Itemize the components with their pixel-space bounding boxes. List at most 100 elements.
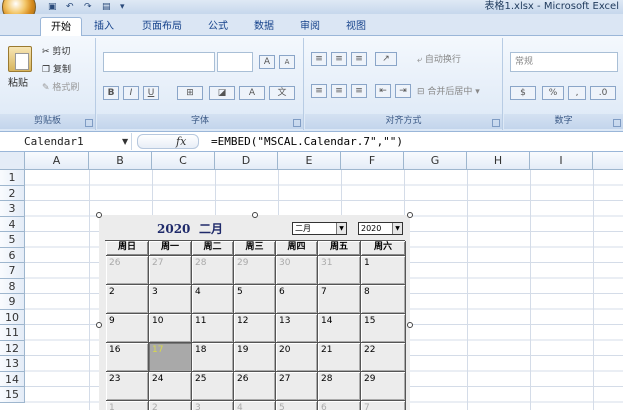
calendar-day-cell[interactable]: 26	[234, 372, 276, 401]
align-middle-icon[interactable]: ≡	[331, 52, 347, 66]
calendar-day-cell[interactable]: 31	[318, 256, 361, 285]
row-header[interactable]: 1	[0, 170, 25, 186]
increase-indent-icon[interactable]: ⇥	[395, 84, 411, 98]
customize-toolbar-icon[interactable]: ▾	[120, 2, 132, 12]
row-header[interactable]: 5	[0, 232, 25, 248]
tab-home[interactable]: 开始	[40, 17, 82, 36]
font-size-box[interactable]	[217, 52, 253, 72]
formula-input[interactable]: =EMBED("MSCAL.Calendar.7","")	[211, 133, 403, 150]
calendar-control[interactable]: 2020 二月 二月 ▼ 2020 ▼ 周日 周一 周二 周三 周四 周五 周六 26 27 28…	[99, 215, 410, 410]
font-launcher-icon[interactable]	[293, 119, 301, 127]
calendar-day-cell[interactable]: 25	[192, 372, 234, 401]
calendar-day-cell[interactable]: 27	[149, 256, 192, 285]
calendar-day-cell[interactable]: 27	[276, 372, 318, 401]
number-format-box[interactable]: 常规	[510, 52, 618, 72]
calendar-day-cell[interactable]: 3	[149, 285, 192, 314]
calendar-day-cell[interactable]: 15	[361, 314, 406, 343]
chevron-down-icon[interactable]: ▼	[336, 223, 346, 234]
calendar-day-cell[interactable]: 30	[276, 256, 318, 285]
row-header[interactable]: 8	[0, 278, 25, 294]
merge-center-button[interactable]: ⊟ 合并后居中 ▾	[417, 86, 480, 98]
column-header-i[interactable]: I	[530, 152, 593, 170]
calendar-day-cell[interactable]: 28	[318, 372, 361, 401]
calendar-day-cell[interactable]: 17	[149, 343, 192, 372]
tab-view[interactable]: 视图	[338, 17, 374, 36]
calendar-day-cell[interactable]: 21	[318, 343, 361, 372]
column-header-e[interactable]: E	[278, 152, 341, 170]
calendar-day-cell[interactable]: 13	[276, 314, 318, 343]
row-header[interactable]: 12	[0, 340, 25, 356]
calendar-day-cell[interactable]: 22	[361, 343, 406, 372]
comma-icon[interactable]: ,	[568, 86, 586, 100]
grow-font-button[interactable]: A	[259, 55, 275, 69]
calendar-day-cell[interactable]: 16	[106, 343, 149, 372]
column-header-d[interactable]: D	[215, 152, 278, 170]
calendar-day-cell[interactable]: 9	[106, 314, 149, 343]
row-header[interactable]: 14	[0, 371, 25, 387]
name-box-dropdown-icon[interactable]: ▼	[122, 133, 128, 150]
column-header-g[interactable]: G	[404, 152, 467, 170]
calendar-day-cell[interactable]: 4	[234, 401, 276, 410]
orientation-icon[interactable]: ↗	[375, 52, 397, 66]
calendar-day-cell[interactable]: 29	[361, 372, 406, 401]
cut-button[interactable]: ✂ 剪切	[42, 46, 70, 58]
calendar-day-cell[interactable]: 1	[361, 256, 406, 285]
align-center-icon[interactable]: ≡	[331, 84, 347, 98]
tab-data[interactable]: 数据	[246, 17, 282, 36]
calendar-day-cell[interactable]: 28	[192, 256, 234, 285]
font-color-icon[interactable]: A	[239, 86, 265, 100]
resize-handle[interactable]	[407, 212, 413, 218]
calendar-day-cell[interactable]: 29	[234, 256, 276, 285]
column-header-c[interactable]: C	[152, 152, 215, 170]
column-header-h[interactable]: H	[467, 152, 530, 170]
calendar-day-cell[interactable]: 5	[276, 401, 318, 410]
row-header[interactable]: 13	[0, 356, 25, 372]
undo-icon[interactable]: ↶	[66, 2, 78, 12]
tab-page-layout[interactable]: 页面布局	[134, 17, 190, 36]
fill-color-icon[interactable]: ◪	[209, 86, 235, 100]
row-header[interactable]: 7	[0, 263, 25, 279]
calendar-day-cell[interactable]: 5	[234, 285, 276, 314]
column-header-f[interactable]: F	[341, 152, 404, 170]
wrap-text-button[interactable]: ⤶ 自动换行	[417, 54, 461, 66]
tab-formulas[interactable]: 公式	[200, 17, 236, 36]
year-select[interactable]: 2020 ▼	[358, 222, 403, 235]
calendar-day-cell[interactable]: 10	[149, 314, 192, 343]
row-header[interactable]: 11	[0, 325, 25, 341]
calendar-day-cell[interactable]: 2	[149, 401, 192, 410]
italic-button[interactable]: I	[123, 86, 139, 100]
column-header-partial[interactable]	[593, 152, 623, 170]
currency-icon[interactable]: $	[510, 86, 536, 100]
calendar-day-cell[interactable]: 8	[361, 285, 406, 314]
underline-button[interactable]: U	[143, 86, 159, 100]
calendar-day-cell[interactable]: 1	[106, 401, 149, 410]
calendar-day-cell[interactable]: 7	[318, 285, 361, 314]
clipboard-launcher-icon[interactable]	[85, 119, 93, 127]
calendar-day-cell[interactable]: 11	[192, 314, 234, 343]
paste-icon[interactable]	[8, 46, 32, 72]
calendar-day-cell[interactable]: 14	[318, 314, 361, 343]
row-header[interactable]: 2	[0, 185, 25, 201]
decrease-indent-icon[interactable]: ⇤	[375, 84, 391, 98]
calendar-day-cell[interactable]: 6	[318, 401, 361, 410]
row-header[interactable]: 6	[0, 247, 25, 263]
resize-handle[interactable]	[252, 212, 258, 218]
calendar-day-cell[interactable]: 4	[192, 285, 234, 314]
calendar-day-cell[interactable]: 12	[234, 314, 276, 343]
month-select[interactable]: 二月 ▼	[292, 222, 347, 235]
resize-handle[interactable]	[96, 322, 102, 328]
bold-button[interactable]: B	[103, 86, 119, 100]
row-header[interactable]: 3	[0, 201, 25, 217]
column-header-a[interactable]: A	[25, 152, 89, 170]
align-bottom-icon[interactable]: ≡	[351, 52, 367, 66]
border-icon[interactable]: ⊞	[177, 86, 203, 100]
copy-button[interactable]: ❐ 复制	[42, 64, 71, 76]
insert-function-button[interactable]: fx	[176, 134, 186, 149]
percent-button[interactable]: %	[542, 86, 564, 100]
print-preview-icon[interactable]: ▤	[102, 2, 114, 12]
calendar-day-cell[interactable]: 19	[234, 343, 276, 372]
calendar-day-cell[interactable]: 2	[106, 285, 149, 314]
calendar-day-cell[interactable]: 3	[192, 401, 234, 410]
calendar-day-cell[interactable]: 7	[361, 401, 406, 410]
align-top-icon[interactable]: ≡	[311, 52, 327, 66]
